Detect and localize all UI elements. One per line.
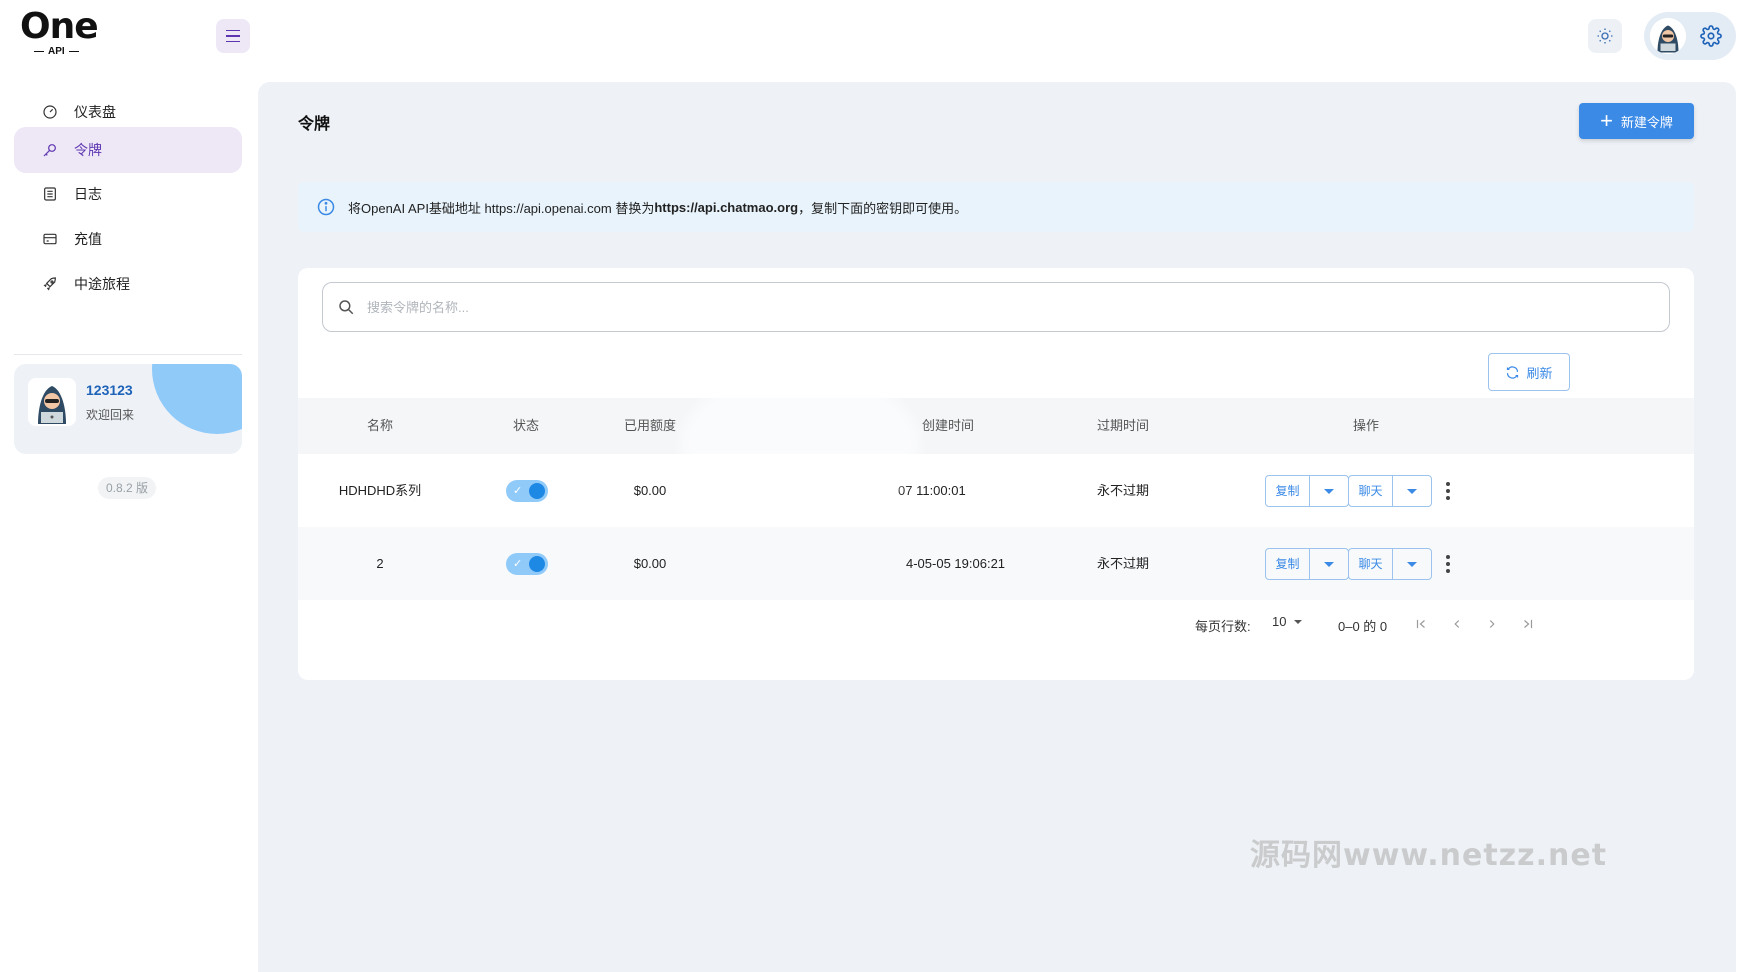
next-page-icon[interactable] <box>1478 610 1506 638</box>
chat-dropdown-button[interactable] <box>1393 549 1431 579</box>
sidebar-item-label: 日志 <box>74 186 102 202</box>
chat-button-group: 聊天 <box>1348 475 1432 507</box>
rows-per-page-label: 每页行数: <box>1195 619 1251 634</box>
rocket-icon <box>40 274 60 294</box>
sidebar-item-label: 令牌 <box>74 142 102 158</box>
copy-button-group: 复制 <box>1265 548 1349 580</box>
more-options-icon[interactable] <box>1438 480 1458 502</box>
user-card[interactable]: 123123 欢迎回来 <box>14 364 242 454</box>
caret-down-icon <box>1294 619 1303 624</box>
column-header[interactable]: 过期时间 <box>1073 398 1173 454</box>
avatar <box>1650 18 1686 54</box>
copy-dropdown-button[interactable] <box>1310 549 1348 579</box>
dashboard-icon <box>40 102 60 122</box>
info-alert: 将OpenAI API基础地址 https://api.openai.com 替… <box>298 182 1694 232</box>
copy-dropdown-button[interactable] <box>1310 476 1348 506</box>
used-quota: $0.00 <box>633 556 667 571</box>
welcome-text: 欢迎回来 <box>86 408 135 422</box>
chat-button[interactable]: 聊天 <box>1349 549 1393 579</box>
refresh-button[interactable]: 刷新 <box>1488 353 1570 391</box>
caret-down-icon <box>1324 561 1334 567</box>
logo-text: One <box>20 6 99 47</box>
copy-button[interactable]: 复制 <box>1266 549 1310 579</box>
caret-down-icon <box>1407 488 1417 494</box>
gear-icon[interactable] <box>1700 25 1722 47</box>
sidebar-item-label: 充值 <box>74 231 102 247</box>
sidebar-item-label: 仪表盘 <box>74 104 116 120</box>
search-input[interactable] <box>367 299 1567 315</box>
key-icon <box>40 140 60 160</box>
expiry-time: 永不过期 <box>1096 483 1149 498</box>
alert-suffix: ，复制下面的密钥即可使用。 <box>798 200 968 216</box>
plus-icon: + <box>1600 108 1613 133</box>
sidebar-item-topup[interactable]: 充值 <box>14 216 242 262</box>
user-name: 123123 <box>86 382 133 398</box>
expiry-time: 永不过期 <box>1096 556 1149 571</box>
menu-toggle-button[interactable] <box>216 19 250 53</box>
watermark: 源码网www.netzz.net <box>1250 838 1608 873</box>
new-token-button[interactable]: + 新建令牌 <box>1579 103 1694 139</box>
first-page-icon[interactable] <box>1407 610 1435 638</box>
rows-per-page-select[interactable]: 10 <box>1272 614 1303 629</box>
caret-down-icon <box>1324 488 1334 494</box>
logo: One API <box>20 8 100 60</box>
caret-down-icon <box>1407 561 1417 567</box>
previous-page-icon[interactable] <box>1443 610 1471 638</box>
last-page-icon[interactable] <box>1514 610 1542 638</box>
logo-subtext: API <box>34 46 100 57</box>
sidebar-item-label: 中途旅程 <box>74 276 130 292</box>
refresh-icon <box>1507 365 1519 379</box>
page-range: 0–0 的 0 <box>1338 619 1388 634</box>
column-header[interactable]: 状态 <box>486 398 566 454</box>
table-header: 名称 状态 已用额度 创建时间 过期时间 操作 <box>298 398 1694 454</box>
sidebar-item-tokens[interactable]: 令牌 <box>14 127 242 173</box>
sidebar-divider <box>14 354 242 355</box>
created-time: 4-05-05 19:06:21 <box>906 556 1006 571</box>
search-icon <box>339 300 354 315</box>
pagination: 每页行数: 10 0–0 的 0 <box>298 600 1694 648</box>
copy-button-group: 复制 <box>1265 475 1349 507</box>
avatar <box>28 378 76 426</box>
table-row: HDHDHD系列 ✓ $0.00 07 11:00:01 永不过期 复制 聊天 <box>298 454 1694 527</box>
copy-button[interactable]: 复制 <box>1266 476 1310 506</box>
theme-toggle-button[interactable] <box>1588 19 1622 53</box>
version-badge: 0.8.2 版 <box>98 477 157 499</box>
token-name: HDHDHD系列 <box>338 483 422 498</box>
status-toggle[interactable]: ✓ <box>506 480 548 502</box>
chat-dropdown-button[interactable] <box>1393 476 1431 506</box>
info-icon <box>317 198 335 216</box>
alert-prefix: 将OpenAI API基础地址 https://api.openai.com 替… <box>348 200 655 216</box>
status-toggle[interactable]: ✓ <box>506 553 548 575</box>
token-name: 2 <box>376 556 384 571</box>
more-options-icon[interactable] <box>1438 553 1458 575</box>
sidebar-item-midjourney[interactable]: 中途旅程 <box>14 261 242 307</box>
search-box <box>322 282 1670 332</box>
table-row: 2 ✓ $0.00 4-05-05 19:06:21 永不过期 复制 聊天 <box>298 527 1694 600</box>
tokens-card: 刷新 名称 状态 已用额度 创建时间 过期时间 操作 HDHDHD系列 ✓ $0… <box>298 268 1694 680</box>
chat-button[interactable]: 聊天 <box>1349 476 1393 506</box>
profile-menu[interactable] <box>1644 12 1736 60</box>
sun-icon <box>1597 28 1613 44</box>
sidebar-item-logs[interactable]: 日志 <box>14 171 242 217</box>
column-header[interactable]: 名称 <box>330 398 430 454</box>
column-header: 操作 <box>1352 418 1379 433</box>
log-icon <box>40 184 60 204</box>
created-time: 07 11:00:01 <box>898 483 966 498</box>
alert-url: https://api.chatmao.org <box>654 199 799 215</box>
blur-overlay <box>680 370 920 520</box>
wallet-icon <box>40 229 60 249</box>
page-title: 令牌 <box>298 116 331 133</box>
chat-button-group: 聊天 <box>1348 548 1432 580</box>
